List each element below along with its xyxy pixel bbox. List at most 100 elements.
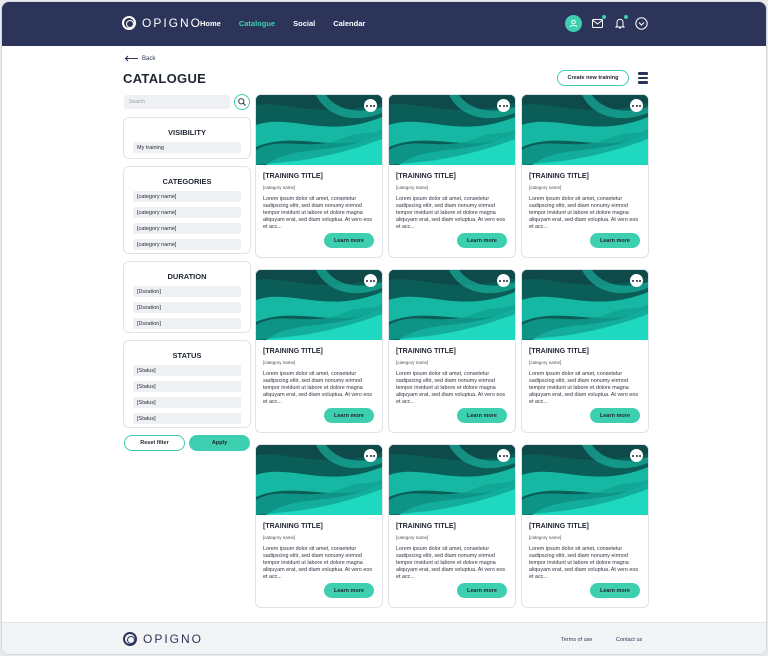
nav-item-calendar[interactable]: Calendar xyxy=(333,19,365,28)
chevron-down-icon[interactable] xyxy=(635,17,648,30)
training-category: [category name] xyxy=(529,360,562,365)
create-training-button[interactable]: Create new training xyxy=(557,70,629,86)
filter-option[interactable]: [category name] xyxy=(133,191,241,202)
filter-title: CATEGORIES xyxy=(162,177,212,186)
filter-option[interactable]: My training xyxy=(133,142,241,153)
filter-option[interactable]: [Duration] xyxy=(133,318,241,329)
training-card[interactable]: [TRAINING TITLE] [category name] Lorem ips… xyxy=(521,444,649,608)
learn-more-button[interactable]: Learn more xyxy=(324,233,374,248)
training-card[interactable]: [TRAINING TITLE] [category name] Lorem ips… xyxy=(388,444,516,608)
back-label: Back xyxy=(142,55,156,62)
training-card[interactable]: [TRAINING TITLE] [category name] Lorem ips… xyxy=(521,269,649,433)
more-options-icon[interactable] xyxy=(630,274,643,287)
back-link[interactable]: Back xyxy=(124,55,155,62)
terms-link[interactable]: Terms of use xyxy=(561,637,592,643)
learn-more-button[interactable]: Learn more xyxy=(590,233,640,248)
mail-icon[interactable] xyxy=(591,15,606,30)
main-nav: Home Catalogue Social Calendar xyxy=(200,19,383,28)
training-description: Lorem ipsum dolor sit amet, consetetur s… xyxy=(263,371,373,405)
training-title: [TRAINING TITLE] xyxy=(263,523,323,530)
learn-more-button[interactable]: Learn more xyxy=(457,583,507,598)
more-options-icon[interactable] xyxy=(497,274,510,287)
search-input[interactable] xyxy=(124,95,230,109)
training-title: [TRAINING TITLE] xyxy=(529,173,589,180)
more-options-icon[interactable] xyxy=(497,99,510,112)
training-category: [category name] xyxy=(396,360,429,365)
training-card[interactable]: [TRAINING TITLE] [category name] Lorem ips… xyxy=(388,269,516,433)
more-options-icon[interactable] xyxy=(630,449,643,462)
filter-option[interactable]: [category name] xyxy=(133,239,241,250)
apply-button[interactable]: Apply xyxy=(189,435,250,451)
search-icon[interactable] xyxy=(234,94,250,110)
training-category: [category name] xyxy=(396,535,429,540)
top-navigation-bar: OPIGNO Home Catalogue Social Calendar xyxy=(2,2,766,46)
learn-more-button[interactable]: Learn more xyxy=(590,408,640,423)
training-category: [category name] xyxy=(529,535,562,540)
training-description: Lorem ipsum dolor sit amet, consetetur s… xyxy=(529,196,639,230)
filter-title: DURATION xyxy=(167,272,207,281)
training-title: [TRAINING TITLE] xyxy=(396,523,456,530)
training-card[interactable]: [TRAINING TITLE] [category name] Lorem ips… xyxy=(255,444,383,608)
logo-icon xyxy=(122,16,136,30)
training-description: Lorem ipsum dolor sit amet, consetetur s… xyxy=(529,371,639,405)
training-category: [category name] xyxy=(263,535,296,540)
filter-option[interactable]: [Duration] xyxy=(133,302,241,313)
training-card[interactable]: [TRAINING TITLE] [category name] Lorem ips… xyxy=(255,269,383,433)
training-card[interactable]: [TRAINING TITLE] [category name] Lorem ips… xyxy=(255,94,383,258)
bell-notification-dot xyxy=(624,15,628,19)
filter-option[interactable]: [Status] xyxy=(133,413,241,424)
categories-filter: CATEGORIES [category name] [category nam… xyxy=(123,166,251,254)
training-title: [TRAINING TITLE] xyxy=(263,348,323,355)
contact-link[interactable]: Contact us xyxy=(616,637,642,643)
footer-logo[interactable]: OPIGNO xyxy=(123,632,203,646)
filter-option[interactable]: [Status] xyxy=(133,365,241,376)
mail-notification-dot xyxy=(602,15,606,19)
training-category: [category name] xyxy=(396,185,429,190)
duration-filter: DURATION [Duration] [Duration] [Duration… xyxy=(123,261,251,333)
user-avatar-icon[interactable] xyxy=(565,15,582,32)
footer: OPIGNO Terms of use Contact us xyxy=(2,622,766,654)
filter-title: VISIBILITY xyxy=(168,128,206,137)
training-title: [TRAINING TITLE] xyxy=(263,173,323,180)
brand-name: OPIGNO xyxy=(142,16,203,30)
training-description: Lorem ipsum dolor sit amet, consetetur s… xyxy=(396,371,506,405)
nav-item-home[interactable]: Home xyxy=(200,19,221,28)
brand-logo[interactable]: OPIGNO xyxy=(122,16,202,30)
training-title: [TRAINING TITLE] xyxy=(396,173,456,180)
bell-icon[interactable] xyxy=(613,15,628,30)
list-view-icon[interactable] xyxy=(638,72,648,84)
status-filter: STATUS [Status] [Status] [Status] [Statu… xyxy=(123,340,251,428)
training-category: [category name] xyxy=(263,185,296,190)
training-card[interactable]: [TRAINING TITLE] [category name] Lorem ips… xyxy=(521,94,649,258)
more-options-icon[interactable] xyxy=(364,449,377,462)
more-options-icon[interactable] xyxy=(497,449,510,462)
filter-option[interactable]: [Status] xyxy=(133,397,241,408)
learn-more-button[interactable]: Learn more xyxy=(457,408,507,423)
more-options-icon[interactable] xyxy=(364,274,377,287)
filter-option[interactable]: [category name] xyxy=(133,223,241,234)
reset-filter-button[interactable]: Reset filter xyxy=(124,435,185,451)
training-description: Lorem ipsum dolor sit amet, consetetur s… xyxy=(396,196,506,230)
filter-option[interactable]: [Duration] xyxy=(133,286,241,297)
nav-item-catalogue[interactable]: Catalogue xyxy=(239,19,275,28)
more-options-icon[interactable] xyxy=(630,99,643,112)
more-options-icon[interactable] xyxy=(364,99,377,112)
header-actions xyxy=(565,15,648,32)
filter-option[interactable]: [Status] xyxy=(133,381,241,392)
training-category: [category name] xyxy=(263,360,296,365)
learn-more-button[interactable]: Learn more xyxy=(457,233,507,248)
learn-more-button[interactable]: Learn more xyxy=(590,583,640,598)
nav-item-social[interactable]: Social xyxy=(293,19,315,28)
visibility-filter: VISIBILITY My training xyxy=(123,117,251,159)
training-title: [TRAINING TITLE] xyxy=(396,348,456,355)
training-title: [TRAINING TITLE] xyxy=(529,348,589,355)
training-description: Lorem ipsum dolor sit amet, consetetur s… xyxy=(529,546,639,580)
training-title: [TRAINING TITLE] xyxy=(529,523,589,530)
footer-brand-name: OPIGNO xyxy=(143,632,204,646)
filter-title: STATUS xyxy=(172,351,202,360)
training-card[interactable]: [TRAINING TITLE] [category name] Lorem ips… xyxy=(388,94,516,258)
learn-more-button[interactable]: Learn more xyxy=(324,583,374,598)
app-window: OPIGNO Home Catalogue Social Calendar Ba… xyxy=(1,1,767,655)
filter-option[interactable]: [category name] xyxy=(133,207,241,218)
learn-more-button[interactable]: Learn more xyxy=(324,408,374,423)
